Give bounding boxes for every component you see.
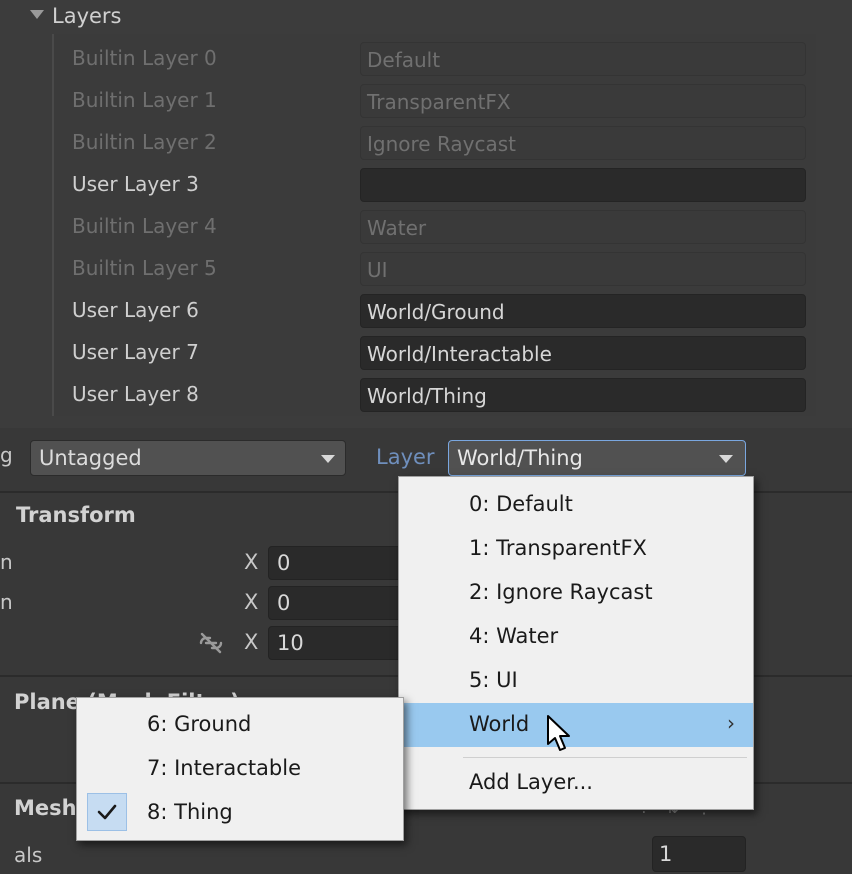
layer-row-label: User Layer 3 [72, 172, 199, 196]
axis-label[interactable]: X [244, 590, 258, 614]
layer-value: World/Thing [457, 446, 583, 470]
layer-row: User Layer 3 [54, 164, 816, 206]
layers-foldout-header[interactable]: Layers [0, 0, 852, 34]
layer-label: Layer [376, 445, 435, 469]
layer-row-label: Builtin Layer 0 [72, 46, 217, 70]
menu-item-transparentfx[interactable]: 1: TransparentFX [399, 527, 753, 571]
menu-item-label: 0: Default [469, 492, 573, 516]
menu-item-label: 2: Ignore Raycast [469, 580, 653, 604]
menu-item-ignore-raycast[interactable]: 2: Ignore Raycast [399, 571, 753, 615]
menu-item-add-layer[interactable]: Add Layer... [399, 761, 753, 805]
submenu-item-label: 8: Thing [147, 800, 233, 824]
materials-label: als [14, 843, 43, 867]
layer-name-field[interactable]: World/Thing [360, 378, 806, 412]
layer-row-label: User Layer 6 [72, 298, 199, 322]
layer-name-field: Ignore Raycast [360, 126, 806, 160]
link-off-icon[interactable] [198, 632, 224, 658]
menu-separator [463, 757, 747, 758]
chevron-right-icon: › [727, 711, 735, 735]
layer-row: Builtin Layer 1 TransparentFX [54, 80, 816, 122]
menu-item-label: World [469, 712, 530, 736]
layer-row-label: Builtin Layer 1 [72, 88, 217, 112]
layer-row: User Layer 7 World/Interactable [54, 332, 816, 374]
layers-title: Layers [52, 4, 122, 28]
menu-item-label: 1: TransparentFX [469, 536, 647, 560]
layer-row: Builtin Layer 4 Water [54, 206, 816, 248]
menu-item-label: Add Layer... [469, 770, 593, 794]
layer-row-label: Builtin Layer 4 [72, 214, 217, 238]
tag-layer-row: g Untagged Layer World/Thing [0, 436, 852, 480]
chevron-down-icon [321, 455, 335, 463]
layer-name-field: TransparentFX [360, 84, 806, 118]
menu-item-world[interactable]: World › [399, 703, 753, 747]
layer-row: Builtin Layer 0 Default [54, 38, 816, 80]
mesh-renderer-header[interactable]: Mesh [14, 796, 77, 820]
menu-item-label: 5: UI [469, 668, 518, 692]
submenu-item-ground[interactable]: 6: Ground [77, 703, 403, 747]
layers-list: Builtin Layer 0 Default Builtin Layer 1 … [52, 34, 816, 416]
layer-name-field[interactable]: World/Ground [360, 294, 806, 328]
foldout-triangle-icon[interactable] [30, 10, 44, 19]
layer-row: User Layer 8 World/Thing [54, 374, 816, 416]
menu-item-label: 4: Water [469, 624, 559, 648]
tag-value: Untagged [39, 446, 142, 470]
axis-label[interactable]: X [244, 550, 258, 574]
transform-header[interactable]: Transform [16, 503, 136, 527]
menu-item-ui[interactable]: 5: UI [399, 659, 753, 703]
layers-panel: Layers Builtin Layer 0 Default Builtin L… [0, 0, 852, 428]
chevron-down-icon [719, 455, 733, 463]
layer-name-field[interactable] [360, 168, 806, 202]
layer-row-label: Builtin Layer 2 [72, 130, 217, 154]
submenu-item-interactable[interactable]: 7: Interactable [77, 747, 403, 791]
layer-name-field: UI [360, 252, 806, 286]
layer-row-label: Builtin Layer 5 [72, 256, 217, 280]
layer-row: Builtin Layer 5 UI [54, 248, 816, 290]
submenu-item-label: 6: Ground [147, 712, 252, 736]
tag-label: g [0, 443, 13, 467]
layer-row: Builtin Layer 2 Ignore Raycast [54, 122, 816, 164]
layer-row: User Layer 6 World/Ground [54, 290, 816, 332]
menu-item-water[interactable]: 4: Water [399, 615, 753, 659]
world-submenu: 6: Ground 7: Interactable 8: Thing [76, 697, 404, 841]
submenu-item-thing[interactable]: 8: Thing [77, 791, 403, 835]
tag-dropdown[interactable]: Untagged [30, 440, 346, 476]
layer-menu: 0: Default 1: TransparentFX 2: Ignore Ra… [398, 476, 754, 810]
materials-size-field[interactable]: 1 [652, 836, 746, 872]
layer-name-field: Water [360, 210, 806, 244]
layer-row-label: User Layer 8 [72, 382, 199, 406]
transform-row-label: n [0, 590, 13, 614]
layer-name-field[interactable]: World/Interactable [360, 336, 806, 370]
submenu-item-label: 7: Interactable [147, 756, 302, 780]
axis-label[interactable]: X [244, 630, 258, 654]
menu-item-default[interactable]: 0: Default [399, 483, 753, 527]
mouse-cursor-icon [546, 714, 572, 758]
checkmark-icon [87, 793, 127, 831]
transform-row-label: n [0, 550, 13, 574]
layer-row-label: User Layer 7 [72, 340, 199, 364]
layer-dropdown[interactable]: World/Thing [448, 440, 746, 476]
layer-name-field: Default [360, 42, 806, 76]
